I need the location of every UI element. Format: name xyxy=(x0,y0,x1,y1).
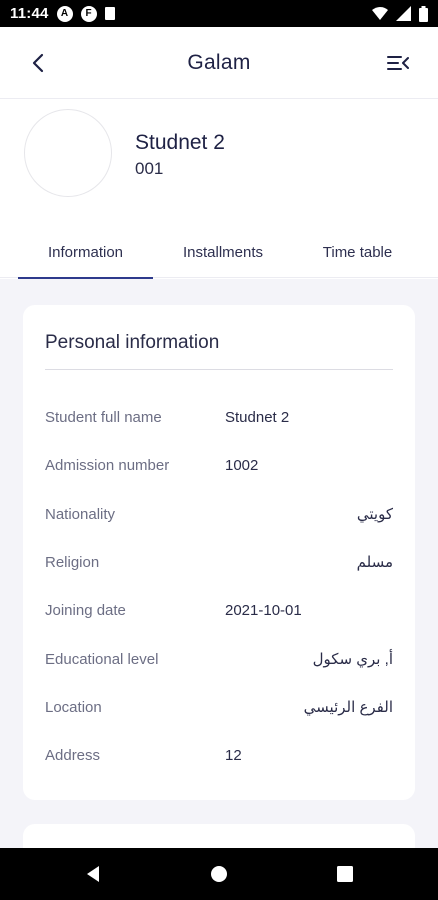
wifi-icon xyxy=(372,6,388,20)
system-nav-bar xyxy=(0,848,438,900)
row-value: مسلم xyxy=(356,554,393,571)
row-label: Nationality xyxy=(45,505,116,523)
status-time: 11:44 xyxy=(10,5,49,22)
info-row-educational-level: Educational level أ, بري سكول xyxy=(45,647,393,671)
info-row-religion: Religion مسلم xyxy=(45,550,393,574)
card-title: Personal information xyxy=(45,332,220,353)
info-row-full-name: Student full name Studnet 2 xyxy=(45,405,393,429)
row-value: كويتي xyxy=(356,506,393,523)
nav-back-icon[interactable] xyxy=(82,863,104,885)
nav-home-icon[interactable] xyxy=(208,863,230,885)
tab-information[interactable]: Information xyxy=(18,234,153,279)
sd-card-icon xyxy=(104,7,115,20)
info-row-admission-number: Admission number 1002 xyxy=(45,453,393,477)
menu-collapse-icon xyxy=(387,56,409,70)
row-label: Educational level xyxy=(45,650,159,668)
row-label: Admission number xyxy=(45,456,170,474)
row-label: Joining date xyxy=(45,601,126,619)
row-label: Location xyxy=(45,698,102,716)
row-label: Address xyxy=(45,746,101,764)
status-bar: 11:44 A F xyxy=(0,0,438,27)
app-header: Galam xyxy=(0,27,438,99)
info-row-location: Location الفرع الرئيسي xyxy=(45,695,393,719)
signal-icon xyxy=(396,6,411,21)
battery-icon xyxy=(419,5,428,22)
student-code: 001 xyxy=(135,159,164,178)
info-row-nationality: Nationality كويتي xyxy=(45,502,393,526)
row-value: الفرع الرئيسي xyxy=(303,699,393,716)
row-value: 2021-10-01 xyxy=(225,601,302,619)
tab-time-table[interactable]: Time table xyxy=(300,234,415,278)
row-value: أ, بري سكول xyxy=(312,651,393,668)
notification-f-icon: F xyxy=(80,5,97,22)
personal-info-card: Personal information Student full name S… xyxy=(23,305,415,800)
tab-bar: Information Installments Time table xyxy=(0,234,438,279)
profile-section: Studnet 2 001 xyxy=(0,99,438,234)
row-value: 1002 xyxy=(225,456,259,474)
menu-button[interactable] xyxy=(384,49,412,77)
notification-a-icon: A xyxy=(56,5,73,22)
info-row-joining-date: Joining date 2021-10-01 xyxy=(45,598,393,622)
page-title: Galam xyxy=(187,51,251,74)
row-label: Student full name xyxy=(45,408,162,426)
avatar xyxy=(24,109,112,197)
divider xyxy=(45,369,393,370)
nav-recents-icon[interactable] xyxy=(334,863,356,885)
row-label: Religion xyxy=(45,553,100,571)
student-name: Studnet 2 xyxy=(135,131,225,154)
row-value: 12 xyxy=(225,746,242,764)
row-value: Studnet 2 xyxy=(225,408,290,426)
info-row-address: Address 12 xyxy=(45,743,393,767)
tab-installments[interactable]: Installments xyxy=(158,234,288,278)
